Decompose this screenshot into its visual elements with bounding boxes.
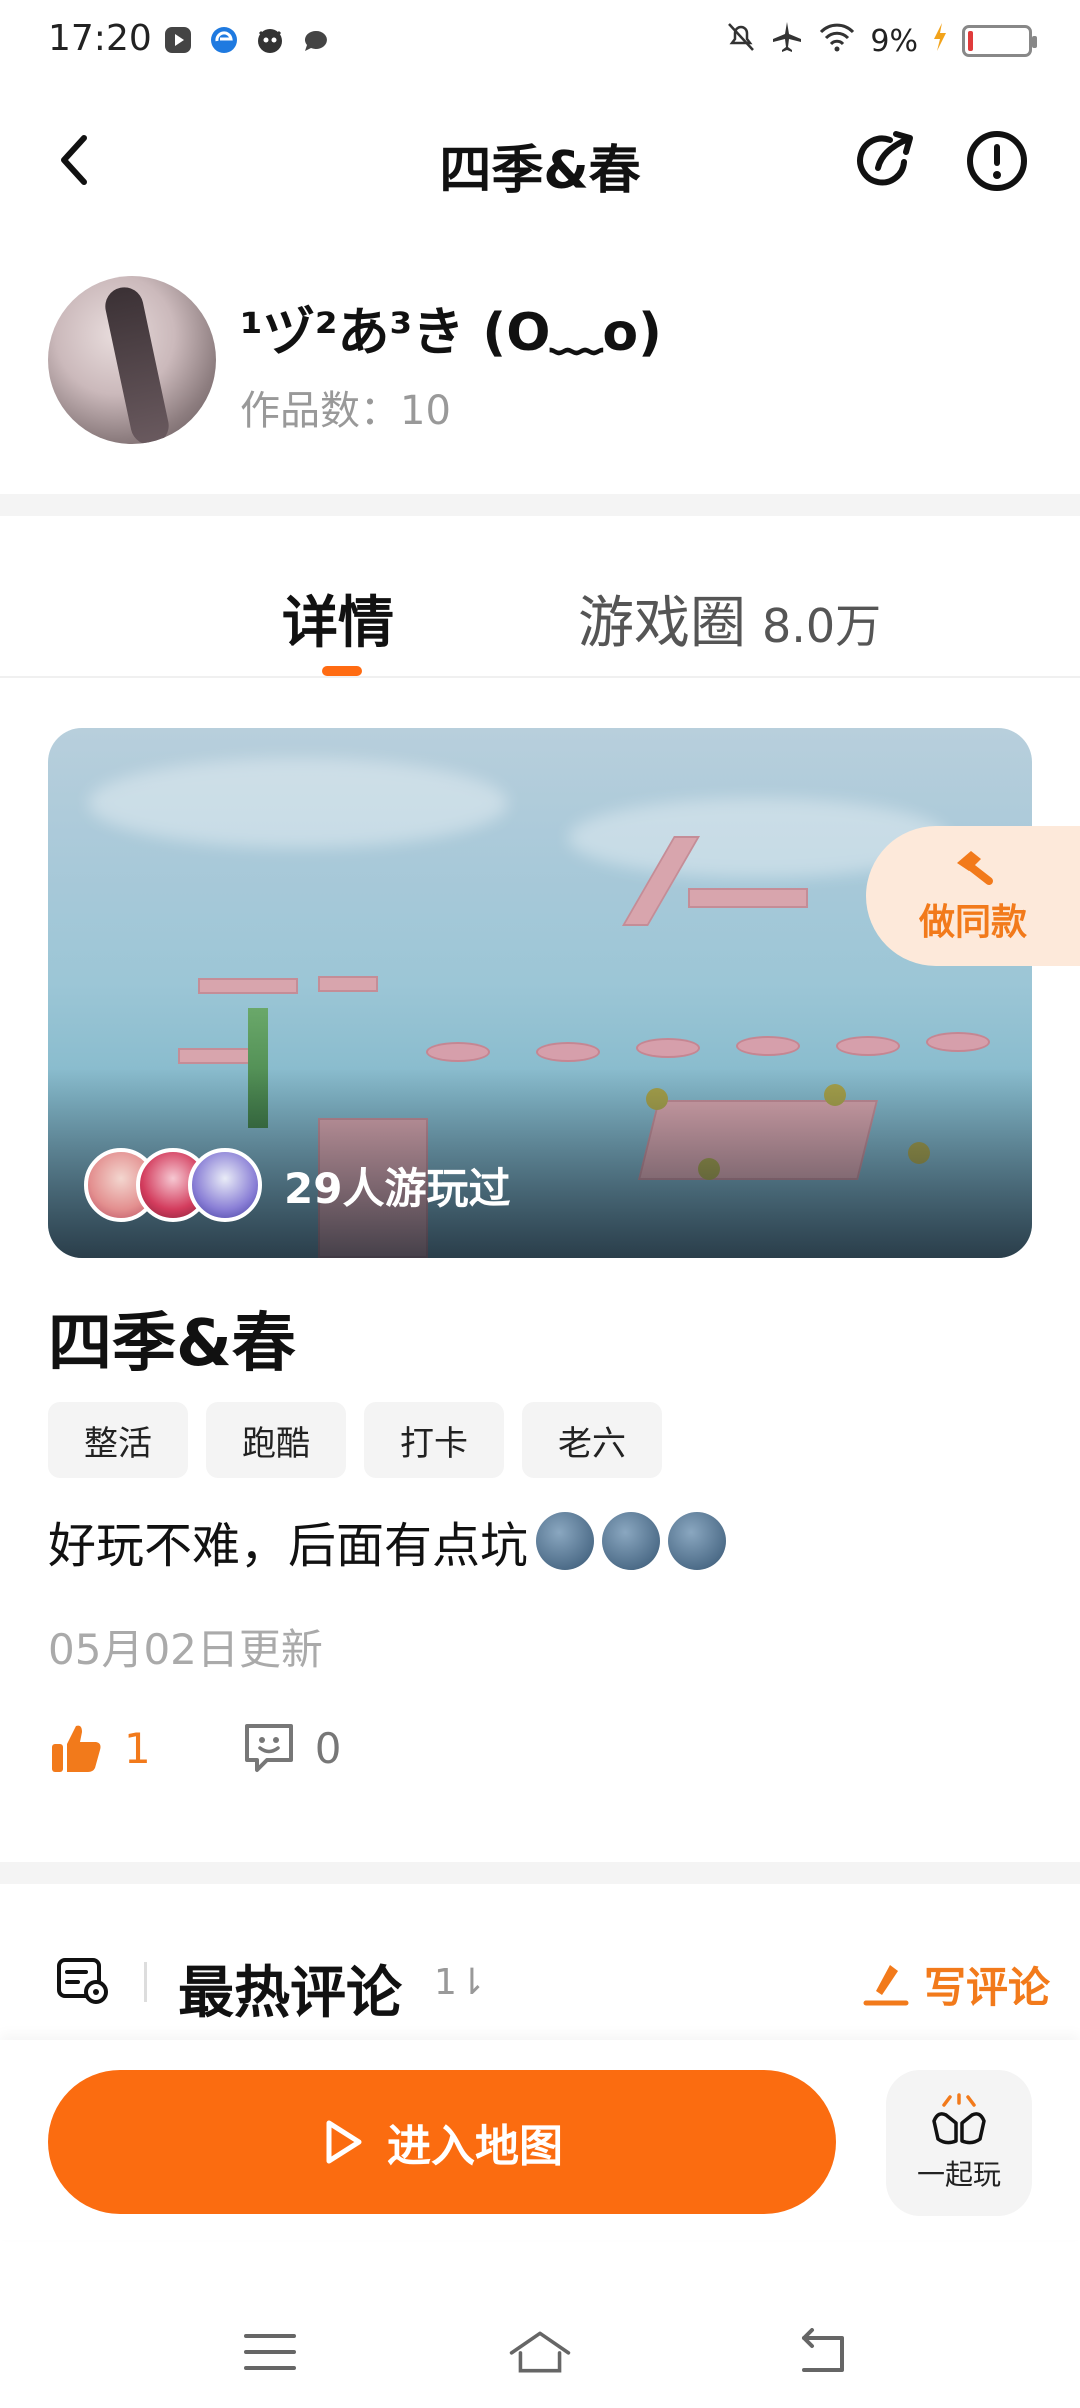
game-description: 好玩不难，后面有点坑 — [48, 1506, 727, 1576]
tag-list: 整活 跑酷 打卡 老六 — [48, 1402, 662, 1478]
tab-game-circle[interactable]: 游戏圈 8.0万 — [578, 578, 881, 659]
gear-platform — [738, 1038, 798, 1054]
tag-chip[interactable]: 打卡 — [364, 1402, 504, 1478]
top-bar: 四季&春 — [0, 100, 1080, 220]
airplane-icon — [770, 20, 804, 62]
gear-platform — [538, 1044, 598, 1060]
gear-platform — [838, 1038, 898, 1054]
sort-toggle[interactable]: 1⇂ — [434, 1962, 487, 2003]
tab-details[interactable]: 详情 — [282, 578, 394, 659]
battery-percent: 9% — [870, 23, 918, 59]
played-count: 29人游玩过 — [284, 1163, 511, 1213]
bottom-action-bar: 进入地图 一起玩 — [0, 2040, 1080, 2240]
report-button[interactable] — [964, 128, 1030, 194]
share-icon — [857, 131, 913, 186]
tag-chip[interactable]: 整活 — [48, 1402, 188, 1478]
gear-platform — [928, 1034, 988, 1050]
comments-header: 最热评论 1⇂ 写评论 — [0, 1896, 1080, 2036]
platform — [198, 978, 298, 994]
game-title: 四季&春 — [48, 1307, 296, 1381]
tab-game-circle-count: 8.0万 — [762, 599, 882, 653]
nav-home-button[interactable] — [508, 2320, 572, 2384]
write-comment-label: 写评论 — [923, 1963, 1050, 2012]
played-by: 29人游玩过 — [84, 1148, 510, 1222]
section-divider — [0, 494, 1080, 516]
tag-chip[interactable]: 跑酷 — [206, 1402, 346, 1478]
play-together-label: 一起玩 — [916, 2158, 1001, 2191]
play-together-button[interactable]: 一起玩 — [886, 2070, 1032, 2216]
works-count: 作品数：10 — [240, 388, 451, 434]
status-bar: 17:20 9% — [0, 0, 1080, 84]
make-same-label: 做同款 — [918, 902, 1027, 943]
home-icon — [509, 2331, 571, 2373]
author-name: ¹ヅ²あ³き (O﹏o) — [240, 303, 662, 363]
platform — [688, 888, 808, 908]
chat-icon — [300, 24, 332, 56]
comment-icon — [244, 1724, 293, 1772]
back-arrow-icon — [802, 2328, 844, 2372]
thumbs-up-icon — [52, 1725, 101, 1772]
comment-button[interactable]: 0 — [241, 1720, 342, 1776]
like-button[interactable]: 1 — [48, 1720, 241, 1776]
share-button[interactable] — [852, 128, 918, 194]
charging-icon — [932, 22, 948, 60]
write-comment-button[interactable]: 写评论 — [862, 1954, 1050, 2015]
nav-menu-button[interactable] — [238, 2320, 302, 2384]
avatar[interactable] — [48, 276, 216, 444]
action-row: 1 0 — [48, 1720, 341, 1776]
description-text: 好玩不难，后面有点坑 — [48, 1518, 529, 1574]
mute-icon — [726, 21, 756, 61]
page-title: 四季&春 — [439, 141, 641, 201]
updated-date: 05月02日更新 — [48, 1625, 323, 1674]
tab-bar: 详情 游戏圈 8.0万 — [0, 540, 1080, 678]
enter-map-button[interactable]: 进入地图 — [48, 2070, 836, 2214]
gear-platform — [428, 1044, 488, 1060]
author-row[interactable]: ¹ヅ²あ³き (O﹏o) 作品数：10 — [48, 276, 1048, 446]
browser-icon — [208, 24, 240, 56]
enter-map-label: 进入地图 — [387, 2121, 563, 2172]
active-tab-indicator — [322, 666, 362, 676]
media-icon — [162, 24, 194, 56]
tag-chip[interactable]: 老六 — [522, 1402, 662, 1478]
wifi-icon — [818, 22, 856, 60]
gear-platform — [638, 1040, 698, 1056]
tab-game-circle-label: 游戏圈 — [578, 591, 746, 656]
platform — [178, 1048, 258, 1064]
moon-emoji-icon — [668, 1512, 727, 1570]
moon-emoji-icon — [602, 1512, 661, 1570]
menu-icon — [244, 2334, 296, 2370]
like-count: 1 — [124, 1723, 151, 1773]
header-separator — [144, 1962, 147, 2002]
hammer-icon — [957, 851, 993, 885]
high-five-icon — [932, 2093, 986, 2145]
pen-icon — [863, 1964, 909, 2005]
map-cover-image[interactable]: 29人游玩过 — [48, 728, 1032, 1258]
battery-icon — [962, 25, 1037, 57]
notification-icons — [162, 24, 332, 56]
report-icon — [967, 131, 1027, 191]
nav-back-button[interactable] — [790, 2320, 854, 2384]
moon-emoji-icon — [536, 1512, 595, 1570]
status-right: 9% — [726, 20, 1037, 62]
comment-count: 0 — [314, 1723, 342, 1773]
player-avatar — [188, 1148, 262, 1222]
make-same-button[interactable]: 做同款 — [866, 826, 1080, 966]
app-icon — [254, 24, 286, 56]
platform — [318, 976, 378, 992]
cover-cloud — [88, 758, 508, 848]
section-divider — [0, 1862, 1080, 1884]
comment-list-icon — [57, 1958, 108, 2004]
battery-fill — [968, 31, 973, 51]
play-icon — [326, 2120, 362, 2164]
comments-title: 最热评论 — [178, 1961, 402, 2026]
system-nav-bar — [0, 2300, 1080, 2408]
status-time: 17:20 — [48, 18, 152, 59]
